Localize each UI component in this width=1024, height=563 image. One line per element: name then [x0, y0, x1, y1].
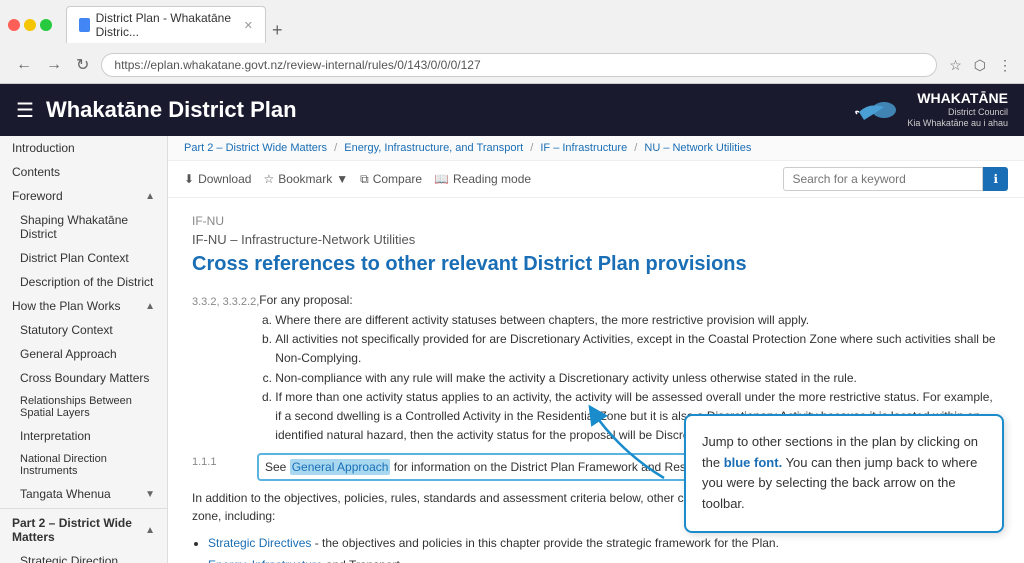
breadcrumb-nu[interactable]: NU – Network Utilities — [644, 142, 751, 154]
sidebar-item-tangata[interactable]: Tangata Whenua▼ — [0, 482, 167, 506]
bookmark-chevron: ▼ — [336, 172, 348, 186]
maximize-window-btn[interactable] — [40, 19, 52, 31]
sidebar-item-general-approach[interactable]: General Approach — [0, 342, 167, 366]
tooltip-popup: Jump to other sections in the plan by cl… — [684, 414, 1004, 533]
breadcrumb-energy[interactable]: Energy, Infrastructure, and Transport — [344, 142, 523, 154]
toolbar-search: ℹ — [783, 167, 1008, 191]
content-area: Part 2 – District Wide Matters / Energy,… — [168, 136, 1024, 563]
browser-titlebar: District Plan - Whakatāne Distric... ✕ + — [0, 0, 1024, 49]
section-subtitle: IF-NU – Infrastructure-Network Utilities — [192, 232, 1000, 247]
reading-mode-button[interactable]: 📖 Reading mode — [434, 172, 531, 186]
toolbar: ⬇ Download ☆ Bookmark ▼ ⧉ Compare 📖 Read… — [168, 161, 1024, 198]
para2-pre: See — [265, 460, 290, 474]
sidebar-item-introduction[interactable]: Introduction — [0, 136, 167, 160]
logo-name: WHAKATĀNE — [907, 90, 1008, 107]
browser-tab[interactable]: District Plan - Whakatāne Distric... ✕ — [66, 6, 266, 43]
sidebar-item-how-plan-works[interactable]: How the Plan Works▲ — [0, 294, 167, 318]
menu-dots-icon[interactable]: ⋮ — [994, 55, 1016, 76]
close-window-btn[interactable] — [8, 19, 20, 31]
sidebar: Introduction Contents Foreword▲ Shaping … — [0, 136, 168, 563]
energy-link[interactable]: Energy, Infrastructure — [208, 558, 323, 563]
link-strategic: Strategic Directives - the objectives an… — [208, 533, 1000, 555]
chevron-icon-3: ▼ — [145, 489, 155, 500]
logo-text: WHAKATĀNE District Council Kia Whakatāne… — [907, 90, 1008, 130]
tab-favicon — [79, 18, 90, 32]
logo-subtitle2: Kia Whakatāne au i ahau — [907, 118, 1008, 130]
sidebar-item-interpretation[interactable]: Interpretation — [0, 424, 167, 448]
general-approach-link[interactable]: General Approach — [290, 459, 391, 475]
para1-text: For any proposal: — [259, 293, 1000, 307]
sidebar-item-cross-boundary[interactable]: Cross Boundary Matters — [0, 366, 167, 390]
new-tab-button[interactable]: + — [266, 18, 289, 43]
forward-button[interactable]: → — [42, 54, 66, 76]
sidebar-item-strategic[interactable]: Strategic Direction — [0, 549, 167, 563]
header-logo: WHAKATĀNE District Council Kia Whakatāne… — [849, 90, 1008, 130]
doc-content: IF-NU IF-NU – Infrastructure-Network Uti… — [168, 198, 1024, 563]
logo-subtitle1: District Council — [907, 107, 1008, 119]
browser-controls — [8, 19, 52, 31]
breadcrumb-part2[interactable]: Part 2 – District Wide Matters — [184, 142, 327, 154]
sidebar-item-statutory[interactable]: Statutory Context — [0, 318, 167, 342]
ref-number-1: 3.3.2, 3.3.2.2, — [192, 293, 259, 445]
sidebar-item-description[interactable]: Description of the District — [0, 270, 167, 294]
sidebar-item-national-direction[interactable]: National Direction Instruments — [0, 448, 167, 482]
section-id: IF-NU — [192, 214, 1000, 228]
tab-close-icon[interactable]: ✕ — [244, 19, 253, 32]
reading-icon: 📖 — [434, 172, 449, 186]
address-bar[interactable]: https://eplan.whakatane.govt.nz/review-i… — [101, 53, 937, 77]
sidebar-item-shaping[interactable]: Shaping Whakatāne District — [0, 208, 167, 246]
breadcrumb: Part 2 – District Wide Matters / Energy,… — [168, 136, 1024, 161]
ref-number-2: 1.1.1 — [192, 453, 257, 481]
app-container: ☰ Whakatāne District Plan WHAKATĀNE Dist… — [0, 84, 1024, 563]
list-item-a: Where there are different activity statu… — [275, 311, 1000, 330]
annotation-arrow — [579, 403, 679, 483]
list-item-c: Non-compliance with any rule will make t… — [275, 369, 1000, 388]
app-header: ☰ Whakatāne District Plan WHAKATĀNE Dist… — [0, 84, 1024, 136]
refresh-button[interactable]: ↻ — [72, 53, 93, 77]
sidebar-divider — [0, 508, 167, 509]
bookmark-icon: ☆ — [263, 172, 274, 186]
download-button[interactable]: ⬇ Download — [184, 172, 251, 186]
sidebar-item-foreword[interactable]: Foreword▲ — [0, 184, 167, 208]
logo-bird-icon — [849, 92, 899, 128]
search-input[interactable] — [783, 167, 983, 191]
link-energy: Energy, Infrastructure and Transport Inf… — [208, 555, 1000, 563]
compare-icon: ⧉ — [360, 172, 369, 187]
download-icon: ⬇ — [184, 172, 194, 186]
address-row: ← → ↻ https://eplan.whakatane.govt.nz/re… — [0, 49, 1024, 83]
sidebar-item-dp-context[interactable]: District Plan Context — [0, 246, 167, 270]
main-title: Cross references to other relevant Distr… — [192, 251, 1000, 277]
breadcrumb-sep2: / — [530, 142, 536, 154]
chevron-icon: ▲ — [145, 191, 155, 202]
strategic-directives-link[interactable]: Strategic Directives — [208, 536, 311, 550]
main-links-list: Strategic Directives - the objectives an… — [208, 533, 1000, 563]
chevron-icon-4: ▲ — [145, 525, 155, 536]
main-area: Introduction Contents Foreword▲ Shaping … — [0, 136, 1024, 563]
breadcrumb-sep3: / — [634, 142, 640, 154]
search-button[interactable]: ℹ — [983, 167, 1008, 191]
minimize-window-btn[interactable] — [24, 19, 36, 31]
sidebar-item-relationships[interactable]: Relationships Between Spatial Layers — [0, 390, 167, 424]
list-item-b: All activities not specifically provided… — [275, 330, 1000, 368]
browser-action-buttons: ☆ ⬡ ⋮ — [945, 55, 1016, 76]
browser-tabbar: District Plan - Whakatāne Distric... ✕ + — [58, 6, 297, 43]
compare-button[interactable]: ⧉ Compare — [360, 172, 422, 187]
sidebar-item-part2[interactable]: Part 2 – District Wide Matters▲ — [0, 511, 167, 549]
tab-title: District Plan - Whakatāne Distric... — [96, 11, 234, 39]
breadcrumb-sep1: / — [334, 142, 340, 154]
bookmark-button[interactable]: ☆ Bookmark ▼ — [263, 172, 348, 186]
hamburger-menu-button[interactable]: ☰ — [16, 98, 34, 123]
extensions-icon[interactable]: ⬡ — [970, 55, 990, 76]
breadcrumb-if[interactable]: IF – Infrastructure — [540, 142, 627, 154]
header-title: Whakatāne District Plan — [46, 97, 849, 123]
bookmark-star-icon[interactable]: ☆ — [945, 55, 966, 76]
back-button[interactable]: ← — [12, 54, 36, 76]
browser-chrome: District Plan - Whakatāne Distric... ✕ +… — [0, 0, 1024, 84]
tooltip-highlight: blue font. — [724, 455, 783, 470]
browser-nav: ← → ↻ — [12, 53, 93, 77]
chevron-icon-2: ▲ — [145, 301, 155, 312]
sidebar-item-contents[interactable]: Contents — [0, 160, 167, 184]
